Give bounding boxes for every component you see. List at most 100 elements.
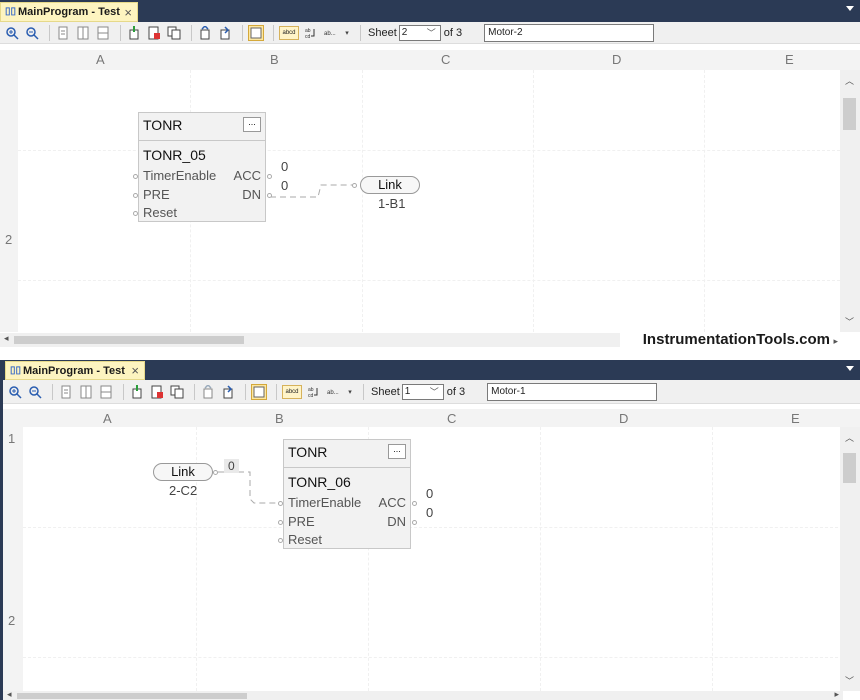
input-connector-icon[interactable] bbox=[278, 538, 283, 543]
block-properties-button[interactable]: ... bbox=[388, 444, 406, 459]
column-label: A bbox=[96, 52, 105, 67]
fbd-sheet-canvas[interactable]: TONR... TONR_05 TimerEnable PRE Reset AC… bbox=[18, 70, 840, 332]
wrap-text-icon[interactable]: ab cd bbox=[306, 384, 322, 400]
separator bbox=[363, 383, 364, 400]
copy-sheet-icon[interactable] bbox=[169, 384, 185, 400]
svg-text:cd: cd bbox=[308, 393, 314, 399]
output-link[interactable]: Link bbox=[360, 176, 420, 194]
vertical-scroll-thumb[interactable] bbox=[843, 98, 856, 130]
chevron-down-icon[interactable]: ▾ bbox=[343, 25, 351, 41]
tab-menu-icon[interactable] bbox=[846, 366, 854, 371]
previous-sheet-icon[interactable] bbox=[197, 25, 213, 41]
page-rows-icon[interactable] bbox=[98, 384, 114, 400]
text-format-icon[interactable]: abcd bbox=[282, 384, 302, 399]
horizontal-scroll-thumb[interactable] bbox=[14, 336, 244, 344]
sheet-name-field[interactable]: Motor-2 bbox=[484, 23, 655, 42]
output-connector-icon[interactable] bbox=[412, 520, 417, 525]
input-link[interactable]: Link bbox=[153, 463, 213, 481]
toolbar: abcd ab cd ab... ▾ Sheet 2 ﹀ of 3 Motor-2 bbox=[0, 22, 860, 44]
close-icon[interactable]: × bbox=[124, 5, 132, 20]
separator bbox=[242, 24, 243, 41]
copy-sheet-icon[interactable] bbox=[166, 25, 182, 41]
scroll-up-icon[interactable]: ︿ bbox=[845, 431, 854, 444]
tab-mainprogram[interactable]: ▯▯ MainProgram - Test × bbox=[0, 2, 138, 22]
vertical-scrollbar[interactable]: ︿ ﹀ bbox=[840, 70, 860, 332]
ellipsis-text-icon[interactable]: ab... bbox=[323, 25, 339, 41]
sheet-name-field[interactable]: Motor-1 bbox=[487, 382, 658, 401]
tonr-block[interactable]: TONR... TONR_06 TimerEnable PRE Reset AC… bbox=[283, 439, 411, 549]
zoom-in-icon[interactable] bbox=[4, 25, 20, 41]
pin-acc[interactable]: ACC bbox=[379, 495, 406, 510]
wrap-text-icon[interactable]: ab cd bbox=[303, 25, 319, 41]
scroll-left-icon[interactable]: ◂ bbox=[4, 333, 9, 344]
pin-timerenable[interactable]: TimerEnable bbox=[288, 495, 361, 510]
page-columns-icon[interactable] bbox=[78, 384, 94, 400]
text-format-icon[interactable]: abcd bbox=[279, 25, 299, 40]
tonr-block[interactable]: TONR... TONR_05 TimerEnable PRE Reset AC… bbox=[138, 112, 266, 222]
pin-acc[interactable]: ACC bbox=[234, 168, 261, 183]
delete-sheet-icon[interactable] bbox=[149, 384, 165, 400]
link-reference[interactable]: 2-C2 bbox=[169, 483, 197, 498]
routine-icon: ▯▯ bbox=[5, 6, 17, 17]
grid-toggle-icon[interactable] bbox=[251, 383, 267, 400]
scroll-left-icon[interactable]: ◂ bbox=[7, 689, 12, 700]
input-connector-icon[interactable] bbox=[133, 211, 138, 216]
horizontal-scrollbar[interactable]: ◂ ▸ bbox=[3, 689, 843, 700]
input-connector-icon[interactable] bbox=[133, 193, 138, 198]
pin-timerenable[interactable]: TimerEnable bbox=[143, 168, 216, 183]
pin-pre[interactable]: PRE bbox=[288, 514, 315, 529]
previous-sheet-icon[interactable] bbox=[200, 384, 216, 400]
acc-value: 0 bbox=[281, 159, 289, 174]
add-element-icon[interactable] bbox=[129, 384, 145, 400]
scroll-right-icon[interactable]: ▸ bbox=[833, 336, 838, 347]
input-connector-icon[interactable] bbox=[133, 174, 138, 179]
vertical-scroll-thumb[interactable] bbox=[843, 453, 856, 483]
horizontal-scroll-thumb[interactable] bbox=[17, 693, 247, 699]
chevron-down-icon[interactable]: ▾ bbox=[346, 384, 354, 400]
input-connector-icon[interactable] bbox=[278, 501, 283, 506]
pin-dn[interactable]: DN bbox=[242, 187, 261, 202]
column-label: C bbox=[441, 52, 451, 67]
zoom-out-icon[interactable] bbox=[24, 25, 40, 41]
pin-pre[interactable]: PRE bbox=[143, 187, 170, 202]
scroll-down-icon[interactable]: ﹀ bbox=[845, 315, 854, 328]
grid-toggle-icon[interactable] bbox=[248, 24, 264, 41]
input-connector-icon[interactable] bbox=[278, 520, 283, 525]
column-label: B bbox=[275, 411, 284, 426]
link-connector-icon[interactable] bbox=[213, 470, 218, 475]
zoom-out-icon[interactable] bbox=[27, 384, 43, 400]
pin-dn[interactable]: DN bbox=[387, 514, 406, 529]
sheet-select[interactable]: 1 ﹀ bbox=[401, 383, 444, 400]
page-icon[interactable] bbox=[58, 384, 74, 400]
tab-mainprogram[interactable]: ▯▯ MainProgram - Test × bbox=[5, 361, 145, 380]
fbd-sheet-canvas[interactable]: Link 2-C2 0 TONR... TONR_06 TimerEnable … bbox=[23, 427, 843, 691]
ellipsis-text-icon[interactable]: ab... bbox=[326, 384, 342, 400]
sheet-select[interactable]: 2 ﹀ bbox=[398, 24, 441, 41]
add-element-icon[interactable] bbox=[126, 25, 142, 41]
zoom-in-icon[interactable] bbox=[7, 384, 23, 400]
page-rows-icon[interactable] bbox=[95, 25, 111, 41]
close-icon[interactable]: × bbox=[131, 363, 139, 378]
page-columns-icon[interactable] bbox=[75, 25, 91, 41]
tab-menu-icon[interactable] bbox=[846, 6, 854, 11]
scroll-right-icon[interactable]: ▸ bbox=[834, 689, 839, 700]
scroll-up-icon[interactable]: ︿ bbox=[845, 74, 854, 87]
output-connector-icon[interactable] bbox=[267, 174, 272, 179]
separator bbox=[191, 24, 192, 41]
link-connector-icon[interactable] bbox=[352, 183, 357, 188]
page-icon[interactable] bbox=[55, 25, 71, 41]
horizontal-scrollbar[interactable]: ◂ bbox=[0, 333, 620, 347]
output-connector-icon[interactable] bbox=[267, 193, 272, 198]
pin-reset[interactable]: Reset bbox=[143, 205, 177, 220]
delete-sheet-icon[interactable] bbox=[146, 25, 162, 41]
next-sheet-icon[interactable] bbox=[217, 25, 233, 41]
block-properties-button[interactable]: ... bbox=[243, 117, 261, 132]
pin-reset[interactable]: Reset bbox=[288, 532, 322, 547]
scroll-down-icon[interactable]: ﹀ bbox=[845, 674, 854, 687]
next-sheet-icon[interactable] bbox=[220, 384, 236, 400]
link-reference[interactable]: 1-B1 bbox=[378, 196, 405, 211]
row-label: 2 bbox=[5, 232, 13, 247]
output-connector-icon[interactable] bbox=[412, 501, 417, 506]
column-label: C bbox=[447, 411, 457, 426]
vertical-scrollbar[interactable]: ︿ ﹀ bbox=[840, 427, 860, 691]
